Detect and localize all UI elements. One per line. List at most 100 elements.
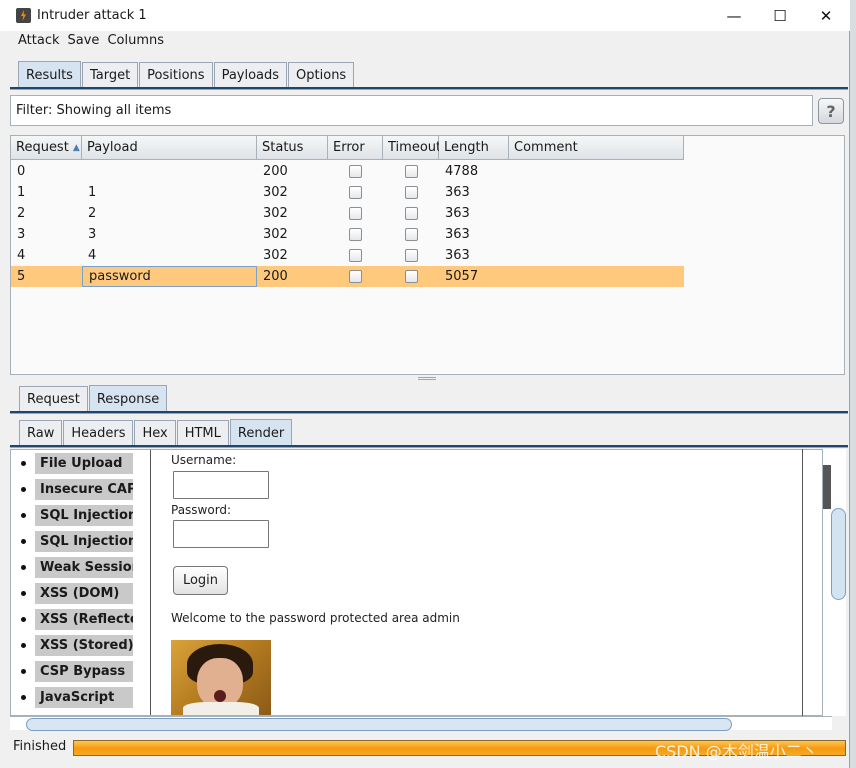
- status-text: Finished: [13, 739, 67, 754]
- detail-tab-underline: [10, 411, 848, 414]
- tab-html[interactable]: HTML: [176, 420, 229, 446]
- list-item[interactable]: Insecure CAPTCHA: [21, 479, 133, 500]
- results-table: Request ▲ Payload Status Error Timeout Le…: [10, 135, 845, 375]
- table-row[interactable]: 4 4 302 363: [11, 245, 684, 266]
- column-length[interactable]: Length: [439, 136, 509, 160]
- list-item[interactable]: SQL Injection: [21, 505, 133, 526]
- cell-length: 363: [445, 185, 470, 200]
- menu-bar: Attack Save Columns: [10, 33, 164, 53]
- cell-comment: [509, 266, 684, 287]
- login-button[interactable]: Login: [173, 566, 228, 595]
- timeout-checkbox: [404, 270, 418, 283]
- column-comment[interactable]: Comment: [509, 136, 684, 160]
- filter-text: Filter: Showing all items: [16, 103, 172, 118]
- tab-render[interactable]: Render: [229, 419, 293, 446]
- menu-save[interactable]: Save: [68, 33, 100, 53]
- tab-payloads[interactable]: Payloads: [213, 62, 288, 88]
- cell-timeout: [383, 224, 439, 245]
- cell-error: [328, 203, 383, 224]
- burp-app-icon: [16, 8, 31, 23]
- cell-request: 4: [17, 248, 26, 263]
- error-checkbox: [349, 186, 362, 199]
- help-icon[interactable]: ?: [818, 98, 844, 124]
- intruder-window: Intruder attack 1 — ☐ ✕ Attack Save Colu…: [0, 0, 850, 768]
- bullet-icon: [21, 513, 26, 518]
- admin-photo: [171, 640, 271, 715]
- cell-payload: [82, 161, 257, 182]
- username-field[interactable]: [173, 471, 269, 499]
- title-bar: Intruder attack 1 — ☐ ✕: [0, 0, 850, 31]
- table-row[interactable]: 2 2 302 363: [11, 203, 684, 224]
- minimize-button[interactable]: —: [711, 0, 757, 31]
- inner-scrollbar-thumb[interactable]: [823, 465, 831, 509]
- table-row[interactable]: 1 1 302 363: [11, 182, 684, 203]
- login-form: Username: Password: Login Welcome to the…: [171, 450, 801, 715]
- split-pane-handle[interactable]: [418, 377, 436, 380]
- cell-comment: [509, 203, 684, 224]
- menu-item-label: JavaScript: [35, 687, 133, 708]
- column-status[interactable]: Status: [257, 136, 328, 160]
- table-row[interactable]: 0 200 4788: [11, 161, 684, 182]
- menu-item-label: XSS (Reflected): [35, 609, 133, 630]
- cell-status: 200: [263, 269, 288, 284]
- cell-error: [328, 224, 383, 245]
- cell-status: 302: [263, 227, 288, 242]
- tab-raw[interactable]: Raw: [19, 420, 63, 446]
- table-header: Request ▲ Payload Status Error Timeout Le…: [11, 136, 684, 160]
- menu-item-label: Insecure CAPTCHA: [35, 479, 133, 500]
- cell-error: [328, 161, 383, 182]
- cell-length: 363: [445, 227, 470, 242]
- tab-response[interactable]: Response: [88, 385, 168, 412]
- bullet-icon: [21, 565, 26, 570]
- horizontal-scrollbar-thumb[interactable]: [26, 718, 732, 731]
- main-tabs: Results Target Positions Payloads Option…: [18, 61, 355, 88]
- cell-status: 302: [263, 206, 288, 221]
- password-field[interactable]: [173, 520, 269, 548]
- view-tabs: Raw Headers Hex HTML Render: [19, 419, 293, 446]
- tab-results[interactable]: Results: [18, 61, 81, 88]
- tab-headers[interactable]: Headers: [63, 420, 134, 446]
- table-row[interactable]: 3 3 302 363: [11, 224, 684, 245]
- bullet-icon: [21, 591, 26, 596]
- vertical-scrollbar-thumb[interactable]: [831, 508, 846, 600]
- tab-hex[interactable]: Hex: [134, 420, 176, 446]
- column-payload[interactable]: Payload: [82, 136, 257, 160]
- menu-columns[interactable]: Columns: [107, 33, 164, 53]
- background-window-edge: [850, 0, 856, 768]
- cell-status: 200: [263, 164, 288, 179]
- list-item[interactable]: SQL Injection (Blind): [21, 531, 133, 552]
- list-item[interactable]: Weak Session IDs: [21, 557, 133, 578]
- tab-target[interactable]: Target: [81, 62, 139, 88]
- list-item[interactable]: CSP Bypass: [21, 661, 133, 682]
- menu-item-label: File Upload: [35, 453, 133, 474]
- list-item[interactable]: File Upload: [21, 453, 133, 474]
- column-timeout[interactable]: Timeout: [383, 136, 441, 160]
- column-request[interactable]: Request ▲: [11, 136, 82, 160]
- username-label: Username:: [171, 453, 237, 467]
- horizontal-scrollbar[interactable]: [10, 716, 832, 731]
- cell-length: 363: [445, 206, 470, 221]
- menu-attack[interactable]: Attack: [10, 33, 60, 53]
- column-error[interactable]: Error: [328, 136, 383, 160]
- bullet-icon: [21, 539, 26, 544]
- tab-request[interactable]: Request: [19, 386, 88, 412]
- list-item[interactable]: XSS (Reflected): [21, 609, 133, 630]
- close-button[interactable]: ✕: [803, 0, 849, 31]
- maximize-button[interactable]: ☐: [757, 0, 803, 31]
- tab-positions[interactable]: Positions: [139, 62, 213, 88]
- list-item[interactable]: XSS (Stored): [21, 635, 133, 656]
- cell-timeout: [383, 203, 439, 224]
- tab-underline: [10, 87, 848, 90]
- table-row-selected[interactable]: 5 password 200 5057: [11, 266, 684, 287]
- photo-shirt: [183, 702, 259, 715]
- cell-comment: [509, 182, 684, 203]
- bullet-icon: [21, 643, 26, 648]
- tab-options[interactable]: Options: [288, 62, 355, 88]
- list-item[interactable]: JavaScript: [21, 687, 133, 708]
- cell-request: 2: [17, 206, 26, 221]
- bullet-icon: [21, 695, 26, 700]
- list-item[interactable]: XSS (DOM): [21, 583, 133, 604]
- menu-item-label: XSS (Stored): [35, 635, 133, 656]
- password-label: Password:: [171, 503, 232, 517]
- filter-bar[interactable]: Filter: Showing all items: [10, 95, 813, 126]
